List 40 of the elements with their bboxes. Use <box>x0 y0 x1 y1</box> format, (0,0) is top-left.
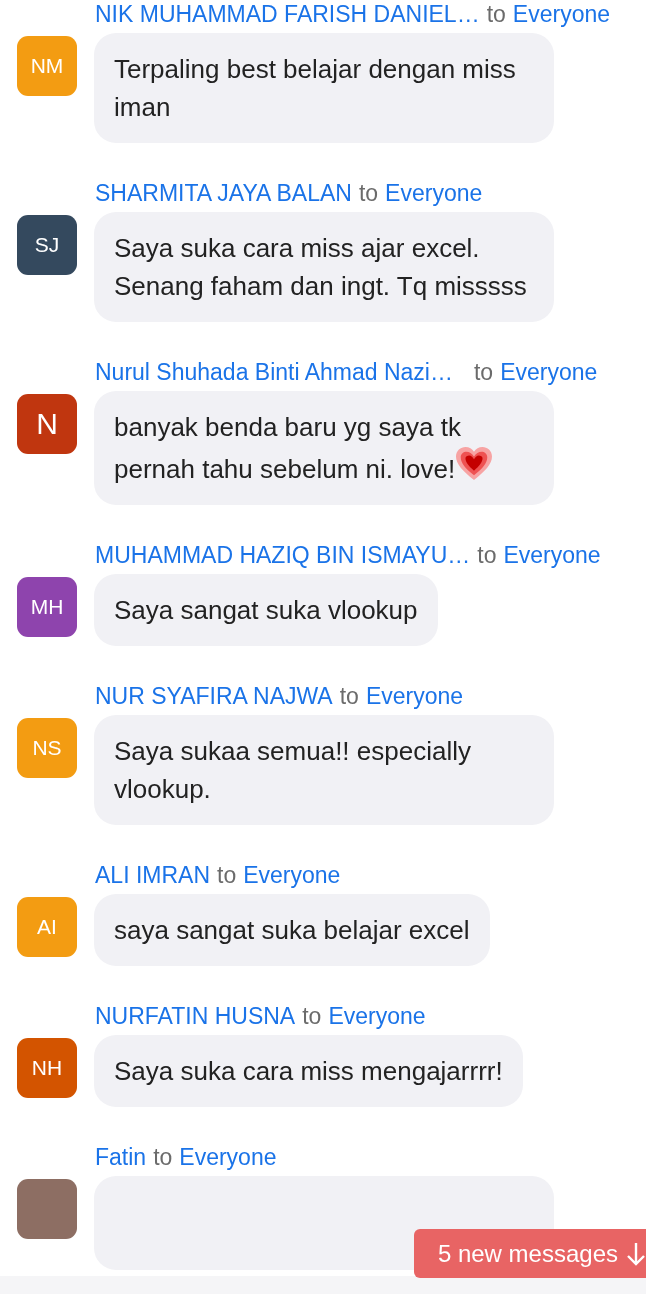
message-bubble: Terpaling best belajar dengan miss iman <box>94 33 554 143</box>
recipient-name[interactable]: Everyone <box>179 1143 277 1171</box>
sender-name[interactable]: NURFATIN HUSNA <box>95 1002 296 1030</box>
message-bubble: banyak benda baru yg saya tk pernah tahu sebelum ni. love! <box>94 391 554 505</box>
avatar: NS <box>17 718 77 778</box>
recipient-name[interactable]: Everyone <box>385 179 483 207</box>
recipient-name[interactable]: Everyone <box>328 1002 426 1030</box>
avatar: NM <box>17 36 77 96</box>
to-label: to <box>217 861 237 889</box>
avatar: NH <box>17 1038 77 1098</box>
recipient-name[interactable]: Everyone <box>503 541 601 569</box>
avatar: AI <box>17 897 77 957</box>
recipient-name[interactable]: Everyone <box>512 0 610 28</box>
sender-name[interactable]: ALI IMRAN <box>95 861 211 889</box>
recipient-name[interactable]: Everyone <box>500 358 598 386</box>
message-bubble: Saya sangat suka vlookup <box>94 574 438 646</box>
message-bubble: Saya suka cara miss ajar excel. Senang faham dan ingt. Tq misssss <box>94 212 554 322</box>
to-label: to <box>474 358 494 386</box>
message-bubble: saya sangat suka belajar excel <box>94 894 490 966</box>
avatar: SJ <box>17 215 77 275</box>
sender-name[interactable]: NIK MUHAMMAD FARISH DANIEL… <box>95 0 480 28</box>
sender-name[interactable]: SHARMITA JAYA BALAN <box>95 179 352 207</box>
recipient-name[interactable]: Everyone <box>243 861 341 889</box>
message-bubble: Saya suka cara miss mengajarrrr! <box>94 1035 523 1107</box>
arrow-down-icon <box>626 1240 646 1267</box>
sender-name[interactable]: Fatin <box>95 1143 147 1171</box>
to-label: to <box>302 1002 322 1030</box>
avatar: N <box>17 394 77 454</box>
sender-name[interactable]: Nurul Shuhada Binti Ahmad Nazi… <box>95 358 453 386</box>
sender-name[interactable]: NUR SYAFIRA NAJWA <box>95 682 333 710</box>
to-label: to <box>153 1143 173 1171</box>
recipient-name[interactable]: Everyone <box>365 682 464 710</box>
new-messages-button[interactable]: 5 new messages <box>413 1229 646 1278</box>
message-bubble: Saya sukaa semua!! especially vlookup. <box>94 715 554 825</box>
to-label: to <box>477 541 497 569</box>
sender-name[interactable]: MUHAMMAD HAZIQ BIN ISMAYU… <box>95 541 471 569</box>
avatar: MH <box>17 577 77 637</box>
to-label: to <box>339 682 359 710</box>
to-label: to <box>486 0 506 28</box>
to-label: to <box>358 179 379 207</box>
